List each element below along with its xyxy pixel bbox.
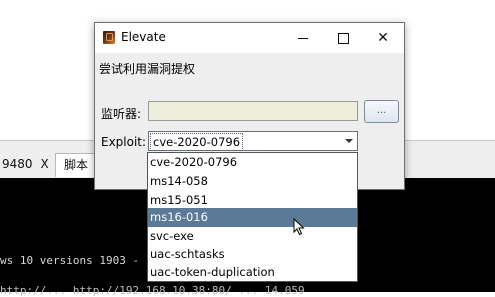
dialog-heading: 尝试利用漏洞提权 bbox=[99, 62, 196, 76]
close-button[interactable]: ✕ bbox=[363, 23, 403, 53]
minimize-button[interactable] bbox=[283, 23, 323, 53]
close-icon: ✕ bbox=[377, 30, 389, 46]
dropdown-option-ms14-058[interactable]: ms14-058 bbox=[148, 172, 357, 191]
background-tab-label: 9480 bbox=[2, 157, 33, 171]
title-bar[interactable]: Elevate ✕ bbox=[95, 23, 404, 53]
exploit-select[interactable]: cve-2020-0796 bbox=[148, 131, 358, 151]
exploit-selected-value: cve-2020-0796 bbox=[150, 133, 244, 151]
app-icon bbox=[103, 31, 115, 44]
mouse-cursor-icon bbox=[293, 218, 305, 236]
chevron-down-icon[interactable] bbox=[345, 139, 353, 143]
browse-listener-button[interactable]: ... bbox=[364, 100, 399, 123]
background-tab-session[interactable]: 9480 X bbox=[0, 153, 56, 177]
dropdown-option-cve-2020-0796[interactable]: cve-2020-0796 bbox=[148, 153, 357, 172]
maximize-icon bbox=[337, 32, 349, 44]
window-title: Elevate bbox=[121, 30, 166, 44]
dropdown-option-ms16-016[interactable]: ms16-016 bbox=[148, 208, 357, 227]
listener-field[interactable] bbox=[148, 101, 358, 121]
dropdown-option-uac-schtasks[interactable]: uac-schtasks bbox=[148, 245, 357, 264]
maximize-button[interactable] bbox=[323, 23, 363, 53]
exploit-label: Exploit: bbox=[101, 135, 147, 149]
tab-close-icon[interactable]: X bbox=[41, 157, 49, 171]
dropdown-option-svc-exe[interactable]: svc-exe bbox=[148, 227, 357, 246]
listener-label: 监听器: bbox=[101, 107, 142, 121]
dropdown-option-uac-token-duplication[interactable]: uac-token-duplication bbox=[148, 263, 357, 282]
console-line: http://... http://192.168.10.38:80/ ... … bbox=[0, 284, 305, 297]
exploit-dropdown-list: cve-2020-0796 ms14-058 ms15-051 ms16-016… bbox=[147, 152, 358, 282]
background-tab-script[interactable]: 脚本管 bbox=[56, 153, 96, 194]
console-line: ws 10 versions 1903 - bbox=[0, 254, 140, 267]
minimize-icon bbox=[298, 37, 308, 39]
